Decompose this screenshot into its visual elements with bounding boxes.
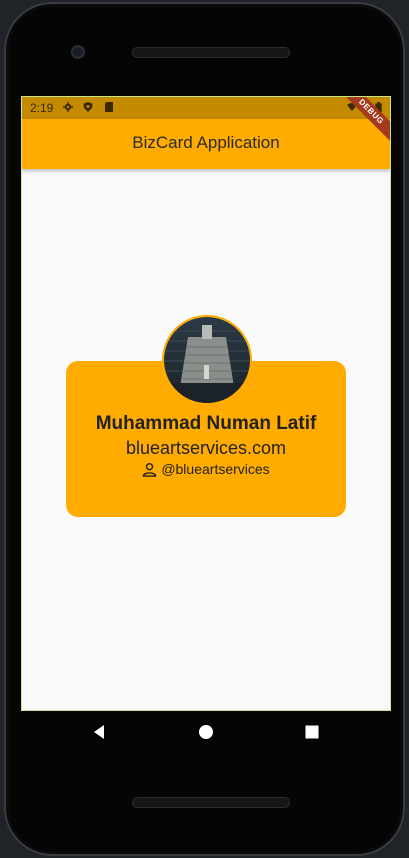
status-bar: 2:19 [22, 97, 390, 119]
gear-icon [63, 102, 73, 112]
recents-icon[interactable] [302, 722, 322, 742]
card-handle-row: @blueartservices [66, 461, 346, 477]
card-handle: @blueartservices [161, 461, 270, 477]
status-time: 2:19 [30, 101, 54, 115]
shield-icon [83, 102, 93, 112]
profile-photo [164, 317, 250, 403]
back-icon[interactable] [90, 722, 110, 742]
top-speaker [132, 47, 290, 58]
sd-card-icon [105, 102, 113, 112]
device-frame: 2:19 BizCard Application DEBUG Muhammad … [0, 0, 409, 858]
app-bar: BizCard Application [22, 119, 390, 169]
card-website: blueartservices.com [125, 438, 287, 458]
person-icon [143, 462, 157, 477]
front-camera [71, 45, 85, 59]
app-bar-title: BizCard Application [132, 133, 280, 152]
bottom-speaker [132, 797, 290, 808]
app-screen: 2:19 BizCard Application DEBUG Muhammad … [21, 96, 391, 711]
card-name: Muhammad Numan Latif [95, 413, 317, 434]
home-icon[interactable] [196, 722, 216, 742]
system-nav-bar [22, 712, 390, 752]
avatar [162, 315, 252, 405]
